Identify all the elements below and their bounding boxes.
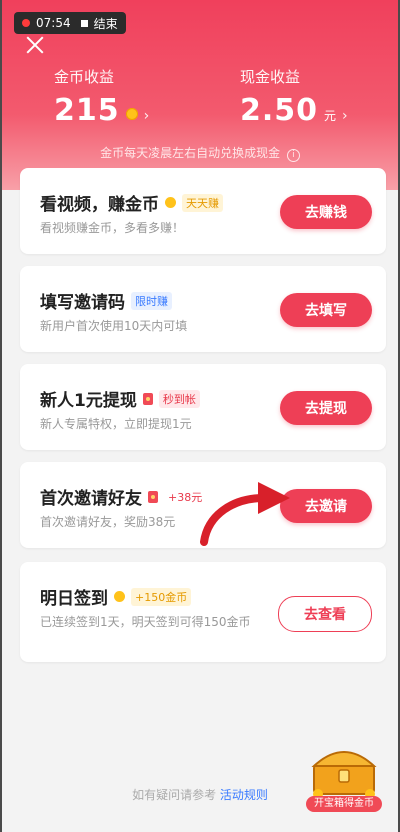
earnings-header: 07:54 结束 金币收益 215 › 现金收益 2.50 元 › 金币每天凌晨… <box>2 0 398 190</box>
task-title: 首次邀请好友 <box>40 489 142 509</box>
task-title: 填写邀请码 <box>40 293 125 313</box>
task-card-watch-video: 看视频，赚金币 天天赚 看视频赚金币，多看多赚！ 去赚钱 <box>20 168 386 254</box>
exchange-note-text: 金币每天凌晨左右自动兑换成现金 <box>100 146 281 160</box>
view-button[interactable]: 去查看 <box>278 596 372 632</box>
task-desc: 已连续签到1天，明天签到可得150金币 <box>40 615 251 629</box>
treasure-chest-label: 开宝箱得金币 <box>306 796 382 812</box>
task-title: 新人1元提现 <box>40 391 137 411</box>
red-envelope-icon <box>148 490 158 503</box>
coin-icon <box>125 108 138 120</box>
task-card-invite-code: 填写邀请码 限时赚 新用户首次使用10天内可填 去填写 <box>20 266 386 352</box>
close-icon[interactable] <box>24 34 46 56</box>
cash-earnings[interactable]: 现金收益 2.50 元 › <box>240 66 348 128</box>
task-desc: 新人专属特权，立即提现1元 <box>40 417 192 431</box>
task-card-checkin: 明日签到 +150金币 已连续签到1天，明天签到可得150金币 去查看 <box>20 562 386 662</box>
withdraw-button[interactable]: 去提现 <box>280 391 372 425</box>
record-dot-icon <box>22 19 30 27</box>
stop-icon <box>80 19 88 27</box>
screen-recording-pill[interactable]: 07:54 结束 <box>14 12 126 34</box>
chevron-right-icon: › <box>143 108 150 124</box>
treasure-chest-icon <box>311 751 377 799</box>
earn-money-button[interactable]: 去赚钱 <box>280 195 372 229</box>
recording-time: 07:54 <box>36 16 71 30</box>
coin-earnings-label: 金币收益 <box>54 68 115 86</box>
rules-link[interactable]: 活动规则 <box>220 788 268 802</box>
coin-earnings-value: 215 <box>54 93 120 128</box>
coin-icon <box>114 591 125 602</box>
coin-icon <box>165 197 176 208</box>
task-badge: 天天赚 <box>182 193 223 212</box>
red-arrow-icon <box>200 482 290 546</box>
coin-earnings[interactable]: 金币收益 215 › <box>54 66 149 128</box>
footer-prefix: 如有疑问请参考 <box>132 788 217 802</box>
fill-code-button[interactable]: 去填写 <box>280 293 372 327</box>
exchange-note: 金币每天凌晨左右自动兑换成现金 i <box>2 144 398 162</box>
recording-stop-label: 结束 <box>93 16 118 31</box>
cash-earnings-value: 2.50 <box>240 93 319 128</box>
info-icon[interactable]: i <box>286 149 300 162</box>
treasure-chest[interactable]: 开宝箱得金币 <box>306 742 382 812</box>
task-badge: 秒到帐 <box>158 389 200 408</box>
task-desc: 新用户首次使用10天内可填 <box>40 319 188 333</box>
task-title: 看视频，赚金币 <box>40 195 159 215</box>
cash-unit: 元 <box>324 109 337 123</box>
task-badge: 限时赚 <box>131 291 172 310</box>
task-card-withdraw: 新人1元提现 秒到帐 新人专属特权，立即提现1元 去提现 <box>20 364 386 450</box>
phone-screen: 07:54 结束 金币收益 215 › 现金收益 2.50 元 › 金币每天凌晨… <box>2 0 398 832</box>
red-envelope-icon <box>142 392 153 405</box>
chevron-right-icon: › <box>342 108 348 124</box>
task-badge: +150金币 <box>131 587 192 606</box>
task-title: 明日签到 <box>40 589 108 609</box>
cash-earnings-label: 现金收益 <box>240 68 301 86</box>
task-desc: 看视频赚金币，多看多赚！ <box>40 221 185 235</box>
